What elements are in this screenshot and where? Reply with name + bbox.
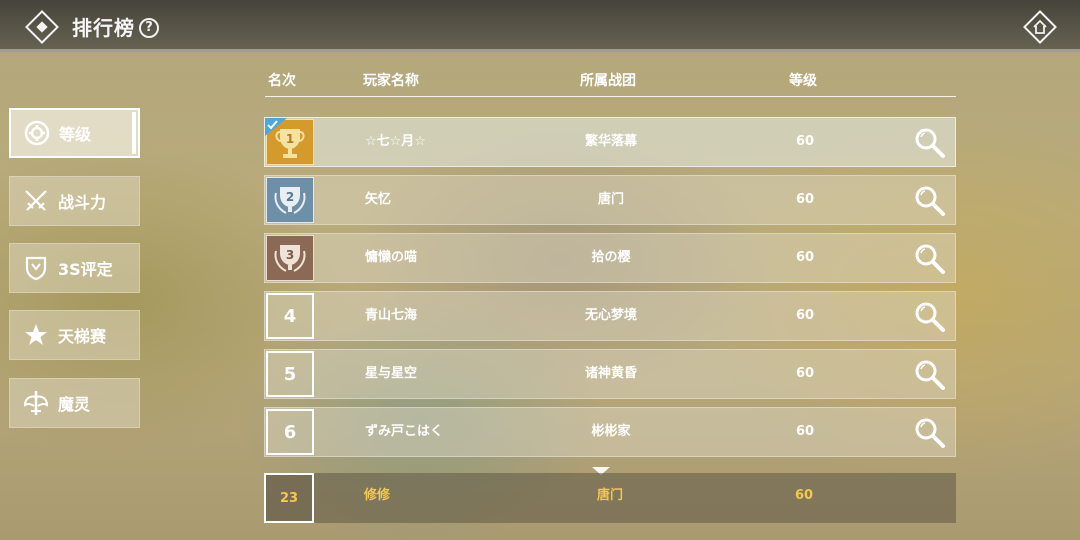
silver-trophy-icon: 2 <box>265 176 315 224</box>
magnifier-icon[interactable] <box>913 126 947 160</box>
table-row[interactable]: 6 ずみ戸こはく 彬彬家 60 <box>264 407 956 457</box>
magnifier-icon[interactable] <box>913 358 947 392</box>
table-row[interactable]: 5 星与星空 诸神黄昏 60 <box>264 349 956 399</box>
svg-text:2: 2 <box>286 190 294 204</box>
player-level: 60 <box>795 134 815 149</box>
magnifier-icon[interactable] <box>913 416 947 450</box>
guild-name: 诸神黄昏 <box>584 366 637 381</box>
rank-number: 5 <box>266 351 314 397</box>
svg-text:3: 3 <box>286 248 294 262</box>
guild-name: 彬彬家 <box>591 424 631 439</box>
selected-check-icon <box>265 118 287 136</box>
player-name: 星与星空 <box>365 366 418 381</box>
header-divider <box>265 96 956 97</box>
sidebar-item-label: 等级 <box>59 125 92 144</box>
table-row[interactable]: 1 ☆七☆月☆ 繁华落幕 60 <box>264 117 956 167</box>
player-level: 60 <box>795 308 815 323</box>
rank-number: 6 <box>266 409 314 455</box>
back-button[interactable] <box>20 10 64 44</box>
self-player-name: 修修 <box>364 488 391 503</box>
shield-crest-icon <box>22 254 50 282</box>
sidebar-item-demon-spirit[interactable]: 魔灵 <box>9 378 140 428</box>
table-row[interactable]: 2 矢忆 唐门 60 <box>264 175 956 225</box>
self-guild-name: 唐门 <box>596 488 623 503</box>
help-icon[interactable]: ? <box>139 18 159 38</box>
table-row[interactable]: 3 慵懒の喵 拾の樱 60 <box>264 233 956 283</box>
magnifier-icon[interactable] <box>913 242 947 276</box>
guild-name: 无心梦境 <box>584 308 637 323</box>
svg-text:1: 1 <box>286 132 294 146</box>
sidebar-item-label: 魔灵 <box>58 395 91 414</box>
player-name: 慵懒の喵 <box>365 250 418 265</box>
sidebar-item-3s-rating[interactable]: 3S评定 <box>9 243 140 293</box>
star-icon <box>22 321 50 349</box>
sidebar-item-label: 3S评定 <box>58 260 113 279</box>
column-header-guild: 所属战团 <box>580 73 636 89</box>
magnifier-icon[interactable] <box>913 184 947 218</box>
self-rank-row: 23 修修 唐门 60 <box>264 473 956 523</box>
guild-name: 拾の樱 <box>591 250 631 265</box>
column-header-level: 等级 <box>789 73 817 89</box>
column-header-player-name: 玩家名称 <box>363 73 419 89</box>
player-level: 60 <box>795 424 815 439</box>
player-name: ☆七☆月☆ <box>365 134 426 149</box>
sidebar-item-level[interactable]: 等级 <box>9 108 140 158</box>
column-header-rank: 名次 <box>268 73 296 89</box>
sidebar-item-label: 天梯赛 <box>58 327 107 346</box>
self-player-level: 60 <box>794 488 814 503</box>
rank-number: 4 <box>266 293 314 339</box>
diamond-back-icon <box>25 10 59 44</box>
player-level: 60 <box>795 366 815 381</box>
player-name: 青山七海 <box>365 308 418 323</box>
top-bar: 排行榜 ? <box>0 0 1080 52</box>
gear-icon <box>23 119 51 147</box>
sidebar-item-combat-power[interactable]: 战斗力 <box>9 176 140 226</box>
player-level: 60 <box>795 192 815 207</box>
bronze-trophy-icon: 3 <box>265 234 315 282</box>
crossed-swords-icon <box>22 187 50 215</box>
home-button[interactable] <box>1018 10 1062 44</box>
guild-name: 唐门 <box>597 192 624 207</box>
player-name: 矢忆 <box>365 192 392 207</box>
self-rank-number: 23 <box>264 473 314 523</box>
magnifier-icon[interactable] <box>913 300 947 334</box>
home-icon <box>1033 19 1047 34</box>
sidebar-item-ladder[interactable]: 天梯赛 <box>9 310 140 360</box>
table-row[interactable]: 4 青山七海 无心梦境 60 <box>264 291 956 341</box>
player-level: 60 <box>795 250 815 265</box>
sidebar-item-label: 战斗力 <box>58 193 107 212</box>
page-title: 排行榜 <box>72 16 135 40</box>
player-name: ずみ戸こはく <box>365 424 444 439</box>
guild-name: 繁华落幕 <box>584 134 637 149</box>
winged-sword-icon <box>22 389 50 417</box>
